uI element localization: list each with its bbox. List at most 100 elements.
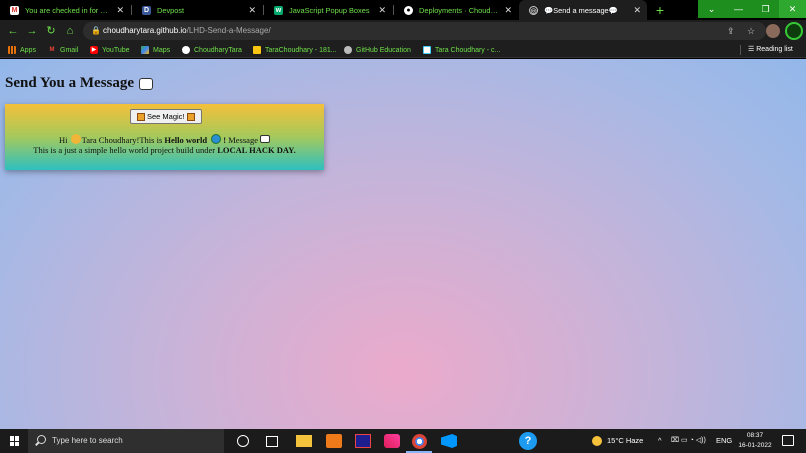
youtube-icon: ▶ <box>90 46 98 54</box>
home-icon[interactable]: ⌂ <box>62 23 78 39</box>
extension-icon[interactable] <box>785 22 803 40</box>
bookmark-label: TaraChoudhary - 181... <box>265 46 337 54</box>
local-hack-day-text: LOCAL HACK DAY. <box>217 145 296 155</box>
tab-gmail[interactable]: M You are checked in for Today ✕ <box>0 0 130 20</box>
bookmark-youtube[interactable]: ▶ YouTube <box>90 42 130 58</box>
tab-title: Devpost <box>157 5 185 15</box>
message-card: See Magic! Hi Tara Choudhary!This is Hel… <box>5 104 324 170</box>
tab-title: You are checked in for Today <box>25 5 111 15</box>
forward-icon[interactable]: → <box>24 23 40 39</box>
tab-search-button[interactable]: ⌄ <box>698 0 725 18</box>
language-indicator[interactable]: ENG <box>716 429 732 453</box>
restore-button[interactable]: ❐ <box>752 0 779 18</box>
reload-icon[interactable]: ↻ <box>43 23 59 39</box>
chevron-up-icon[interactable]: ^ <box>658 429 662 453</box>
folder-icon <box>253 46 261 54</box>
bookmark-tara-choudhary-c[interactable]: Tara Choudhary - c... <box>423 42 500 58</box>
address-bar[interactable]: 🔒 choudharytara.github.io/LHD-Send-a-Mes… <box>83 22 766 40</box>
tab-title: 💬Send a message💬 <box>544 5 618 15</box>
bookmarks-bar: Apps M Gmail ▶ YouTube Maps ChoudharyTar… <box>0 42 806 58</box>
globe-icon: ◎ <box>529 5 538 15</box>
exclamation-text: ! <box>223 135 227 145</box>
windows-logo-icon <box>10 436 20 446</box>
windows-taskbar: Type here to search ? 15°C Haze ^ ⌧ ▭ ◔ … <box>0 429 806 453</box>
bookmark-gmail[interactable]: M Gmail <box>48 42 79 58</box>
bookmark-label: YouTube <box>102 46 130 54</box>
chrome-icon[interactable] <box>412 434 427 449</box>
bookmark-star-icon[interactable]: ☆ <box>747 22 755 40</box>
waving-hand-icon <box>70 134 81 144</box>
tab-send-a-message[interactable]: ◎ 💬Send a message💬 ✕ <box>519 0 647 20</box>
url-host: choudharytara.github.io <box>103 26 187 35</box>
bookmark-label: Tara Choudhary - c... <box>435 46 501 54</box>
intellij-icon[interactable] <box>355 434 371 448</box>
help-icon[interactable]: ? <box>519 432 537 450</box>
tab-title: JavaScript Popup Boxes <box>289 5 370 15</box>
close-icon[interactable]: ✕ <box>248 5 256 16</box>
task-view-icon[interactable] <box>266 436 278 447</box>
avatar[interactable] <box>766 24 780 38</box>
url-text[interactable]: choudharytara.github.io/LHD-Send-a-Messa… <box>103 22 271 40</box>
gmail-icon: M <box>10 5 19 15</box>
bookmarks-divider <box>740 45 741 55</box>
bookmark-label: Gmail <box>60 46 79 54</box>
description-text: This is a just a simple hello world proj… <box>33 145 216 155</box>
notifications-icon[interactable] <box>782 435 794 446</box>
tab-devpost[interactable]: D Devpost ✕ <box>132 0 262 20</box>
reading-list-icon: ☰ <box>748 46 757 53</box>
tab-deployments[interactable]: ● Deployments · ChoudharyTa ✕ <box>394 0 518 20</box>
tab-javascript-popup[interactable]: w JavaScript Popup Boxes ✕ <box>264 0 392 20</box>
close-icon[interactable]: ✕ <box>116 5 124 16</box>
page-viewport: Send You a Message See Magic! Hi Tara Ch… <box>0 59 806 429</box>
share-icon[interactable]: ⇪ <box>727 22 735 40</box>
github-icon <box>182 46 190 54</box>
reading-list-button[interactable]: ☰ Reading list <box>748 42 793 58</box>
close-icon[interactable]: ✕ <box>633 5 641 16</box>
weather-sun-icon[interactable] <box>592 436 602 446</box>
new-tab-button[interactable]: + <box>651 1 669 19</box>
page-title-text: Send You a Message <box>5 75 135 91</box>
vscode-icon[interactable] <box>441 434 457 448</box>
bookmark-choudharytara[interactable]: ChoudharyTara <box>182 42 242 58</box>
clock-time: 08:37 <box>746 432 764 439</box>
close-icon[interactable]: ✕ <box>504 5 512 16</box>
close-window-button[interactable]: ✕ <box>779 0 806 18</box>
page-title: Send You a Message <box>5 75 154 92</box>
reading-list-label: Reading list <box>756 46 793 53</box>
w3schools-icon: w <box>274 5 283 15</box>
minimize-button[interactable]: — <box>725 0 752 18</box>
speech-bubble-icon <box>139 77 154 90</box>
speech-bubble-icon <box>259 135 270 143</box>
back-icon[interactable]: ← <box>5 23 21 39</box>
bookmark-maps[interactable]: Maps <box>141 42 170 58</box>
hello-world-text: Hello world <box>164 135 208 145</box>
cortana-icon[interactable] <box>237 435 249 447</box>
see-magic-button[interactable]: See Magic! <box>130 109 202 124</box>
bookmark-github-education[interactable]: GitHub Education <box>344 42 411 58</box>
bookmark-tarachoudhary-181[interactable]: TaraChoudhary - 181... <box>253 42 337 58</box>
github-icon: ● <box>404 5 413 15</box>
bookmark-apps[interactable]: Apps <box>8 42 36 58</box>
github-icon <box>344 46 352 54</box>
gift-icon <box>137 112 145 121</box>
bookmark-label: Apps <box>20 46 36 54</box>
greeting-text: Hi <box>59 135 68 145</box>
start-button[interactable] <box>0 429 28 453</box>
globe-emoji-icon <box>211 134 222 144</box>
bookmark-label: Maps <box>153 46 171 54</box>
tab-title: Deployments · ChoudharyTa <box>419 5 499 15</box>
browser-toolbar: ← → ↻ ⌂ 🔒 choudharytara.github.io/LHD-Se… <box>0 20 806 42</box>
system-tray-icons[interactable]: ⌧ ▭ ◔ ◁)) <box>671 429 706 453</box>
tab-strip: M You are checked in for Today ✕ D Devpo… <box>0 0 806 20</box>
search-icon <box>37 435 46 444</box>
slack-icon[interactable] <box>384 434 400 448</box>
taskbar-search[interactable]: Type here to search <box>28 429 224 453</box>
file-explorer-icon[interactable] <box>296 435 312 447</box>
xampp-icon[interactable] <box>326 434 342 448</box>
message-line-2: This is a just a simple hello world proj… <box>5 145 324 155</box>
lock-icon[interactable]: 🔒 <box>91 26 101 36</box>
close-icon[interactable]: ✕ <box>378 5 386 16</box>
weather-text[interactable]: 15°C Haze <box>607 429 643 453</box>
clock[interactable]: 08:37 16-01-2022 <box>735 431 775 451</box>
message-line-1: Hi Tara Choudhary!This is Hello world ! … <box>5 134 324 145</box>
